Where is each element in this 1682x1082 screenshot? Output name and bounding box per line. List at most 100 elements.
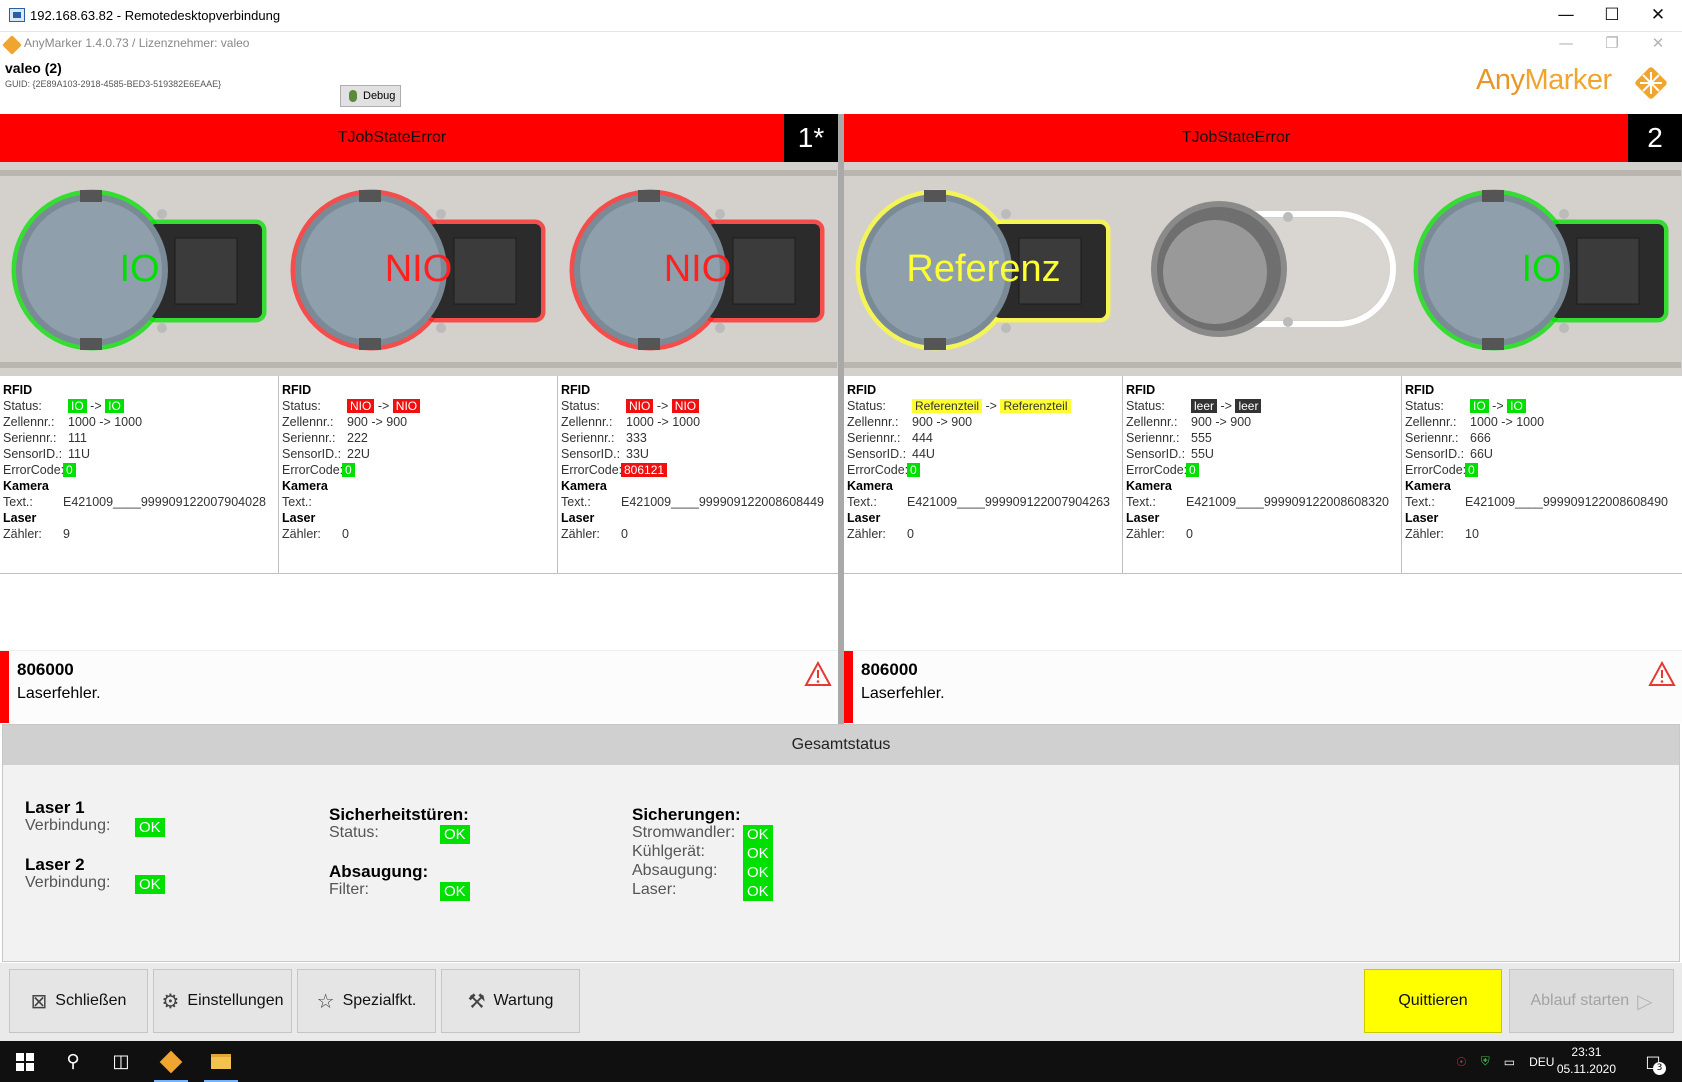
clock-date: 05.11.2020	[1556, 1062, 1616, 1076]
status-from-badge: NIO	[347, 399, 375, 413]
sensor-id-value: 44U	[912, 447, 935, 461]
status-label: Status:	[1126, 399, 1165, 413]
security-shield-icon[interactable]: ⛨	[1481, 1054, 1490, 1069]
error-code-label: ErrorCode:	[561, 463, 623, 477]
error-message-box: 806000 Laserfehler.	[0, 650, 838, 723]
cell-number-label: Zellennr.:	[1405, 415, 1457, 429]
acknowledge-button-label: Quittieren	[1398, 992, 1468, 1009]
network-error-icon[interactable]: ☉	[1456, 1055, 1467, 1069]
start-sequence-button[interactable]: Ablauf starten ▷	[1509, 969, 1674, 1033]
system-tray: ☉ ⛨ ▭ DEU	[1456, 1041, 1554, 1082]
camera-text-label: Text.:	[1405, 495, 1435, 509]
error-bar	[0, 651, 9, 723]
file-explorer-icon[interactable]	[200, 1041, 242, 1082]
error-bar	[844, 651, 853, 723]
error-code-badge: 806121	[621, 463, 668, 477]
result-overlay-label: IO	[119, 247, 160, 290]
status-label: Status:	[561, 399, 600, 413]
windows-start-icon[interactable]	[4, 1041, 46, 1082]
error-code: 806000	[861, 660, 918, 679]
error-code-label: ErrorCode:	[1405, 463, 1467, 477]
app-window-title: AnyMarker 1.4.0.73 / Lizenznehmer: valeo	[24, 36, 250, 50]
error-code-label: ErrorCode:	[1126, 463, 1188, 477]
close-button[interactable]: ⊠ Schließen	[9, 969, 148, 1033]
result-overlay-label: NIO	[384, 247, 453, 290]
counter-value: 0	[1186, 527, 1193, 541]
camera-text-value: E421009____999909122007904263	[907, 495, 1110, 509]
part-image: NIO	[279, 162, 558, 376]
part-info-row: RFID Status: Referenzteil -> Referenzteil Z…	[844, 376, 1682, 574]
project-guid: GUID: {2E89A103-2918-4585-BED3-519382E6E…	[5, 79, 222, 89]
tools-icon: ⚒	[467, 989, 486, 1013]
display-icon[interactable]: ▭	[1504, 1055, 1515, 1069]
camera-heading: Kamera	[561, 479, 607, 493]
app-restore-icon[interactable]: ❐	[1589, 32, 1635, 56]
app-minimize-icon[interactable]: —	[1543, 32, 1589, 56]
cell-number-label: Zellennr.:	[847, 415, 899, 429]
anymarker-taskbar-icon[interactable]	[150, 1041, 192, 1082]
settings-button[interactable]: ⚙ Einstellungen	[153, 969, 292, 1033]
app-close-icon[interactable]: ✕	[1635, 32, 1681, 56]
rfid-heading: RFID	[1405, 383, 1435, 397]
camera-text-value: E421009____999909122008608490	[1465, 495, 1668, 509]
camera-heading: Kamera	[1126, 479, 1172, 493]
special-functions-button[interactable]: ☆ Spezialfkt.	[297, 969, 436, 1033]
part-info: RFID Status: leer -> leer Zellennr.: 900 -> …	[1123, 376, 1402, 574]
status-to-badge: Referenzteil	[1000, 399, 1071, 413]
sensor-id-label: SensorID.:	[1405, 447, 1465, 461]
counter-label: Zähler:	[847, 527, 886, 541]
overall-status-panel: Gesamtstatus Laser 1 Verbindung: OK Lase…	[2, 724, 1680, 962]
serial-value: 555	[1191, 431, 1212, 445]
counter-label: Zähler:	[3, 527, 42, 541]
error-message-box: 806000 Laserfehler.	[844, 650, 1682, 723]
cell-number-value: 1000 -> 1000	[1470, 415, 1545, 429]
serial-value: 222	[347, 431, 368, 445]
acknowledge-button[interactable]: Quittieren	[1364, 969, 1502, 1033]
app-titlebar: AnyMarker 1.4.0.73 / Lizenznehmer: valeo	[0, 32, 1682, 58]
camera-text-label: Text.:	[561, 495, 591, 509]
debug-button[interactable]: Debug	[340, 85, 401, 107]
taskbar-clock[interactable]: 23:31 05.11.2020	[1557, 1044, 1616, 1078]
maximize-icon[interactable]: ☐	[1589, 0, 1635, 32]
error-code-badge: 0	[1186, 463, 1199, 477]
task-view-icon[interactable]: ◫	[100, 1041, 142, 1082]
status-arrow: ->	[377, 399, 390, 413]
result-overlay-label: NIO	[663, 247, 732, 290]
part-info-row: RFID Status: IO -> IO Zellennr.: 1000 -> 100…	[0, 376, 838, 574]
station-header: TJobStateError 2	[844, 114, 1682, 162]
notification-icon[interactable]: □ 3	[1632, 1041, 1674, 1082]
status-label: Status:	[847, 399, 886, 413]
error-code-label: ErrorCode:	[282, 463, 344, 477]
error-code-badge: 0	[63, 463, 76, 477]
minimize-icon[interactable]: —	[1543, 0, 1589, 32]
special-button-label: Spezialfkt.	[342, 992, 417, 1009]
empty-slot-graphic	[1123, 162, 1402, 376]
counter-value: 0	[621, 527, 628, 541]
camera-image-row: IO NIO NIO	[0, 162, 838, 376]
part-image: IO	[0, 162, 279, 376]
warning-icon	[1648, 661, 1676, 686]
sensor-id-value: 22U	[347, 447, 370, 461]
part-info: RFID Status: NIO -> NIO Zellennr.: 1000 -> 1…	[558, 376, 837, 574]
laser-heading: Laser	[847, 511, 881, 525]
serial-value: 666	[1470, 431, 1491, 445]
close-icon[interactable]: ✕	[1635, 0, 1681, 32]
search-icon[interactable]: ⚲	[52, 1041, 94, 1082]
part-info: RFID Status: IO -> IO Zellennr.: 1000 -> 100…	[1402, 376, 1681, 574]
camera-text-label: Text.:	[1126, 495, 1156, 509]
play-icon: ▷	[1637, 989, 1653, 1013]
language-indicator[interactable]: DEU	[1529, 1055, 1554, 1069]
rdp-titlebar: 192.168.63.82 - Remotedesktopverbindung	[0, 0, 1682, 32]
part-info: RFID Status: NIO -> NIO Zellennr.: 900 -> 90…	[279, 376, 558, 574]
doors-heading: Sicherheitstüren:	[329, 805, 469, 824]
doors-status-badge: OK	[440, 825, 470, 844]
maintenance-button[interactable]: ⚒ Wartung	[441, 969, 580, 1033]
laser2-heading: Laser 2	[25, 855, 85, 874]
sensor-id-value: 66U	[1470, 447, 1493, 461]
status-from-badge: IO	[68, 399, 87, 413]
counter-label: Zähler:	[1126, 527, 1165, 541]
error-code: 806000	[17, 660, 74, 679]
station-1-panel: TJobStateError 1* IO NIO NIO RFID Status:…	[0, 114, 838, 724]
status-arrow: ->	[1492, 399, 1504, 413]
status-from-badge: NIO	[626, 399, 654, 413]
